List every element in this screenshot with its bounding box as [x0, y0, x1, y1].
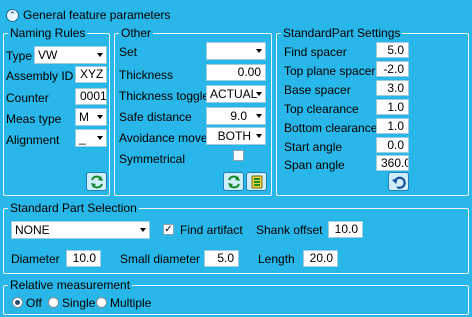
chevron-down-icon	[256, 49, 262, 53]
safe-distance-label: Safe distance	[119, 110, 192, 124]
settings-icon	[251, 175, 263, 189]
other-refresh-button[interactable]	[223, 172, 244, 191]
find-artifact-label: Find artifact	[180, 223, 243, 237]
thickness-field[interactable]: 0.00	[206, 64, 266, 81]
top-clearance-field[interactable]: 1.0	[376, 99, 409, 115]
meas-type-label: Meas type	[6, 112, 62, 126]
undo-icon	[392, 176, 406, 189]
chevron-down-icon	[97, 136, 103, 140]
naming-refresh-button[interactable]	[86, 172, 107, 191]
assembly-id-field[interactable]: XYZ	[75, 66, 107, 83]
settings-row-label: Base spacer	[284, 83, 351, 97]
alignment-value: _	[79, 131, 86, 145]
span-angle-field[interactable]: 360.0	[376, 155, 409, 171]
counter-label: Counter	[6, 91, 49, 105]
radio-off-label: Off	[26, 296, 42, 310]
standard-part-selection-legend: Standard Part Selection	[8, 201, 139, 215]
settings-row-label: Span angle	[284, 158, 345, 172]
other-legend: Other	[119, 26, 154, 40]
chevron-down-icon	[97, 53, 103, 57]
radio-multiple[interactable]	[96, 297, 107, 308]
chevron-down-icon	[97, 115, 103, 119]
thickness-label: Thickness	[119, 68, 174, 82]
assembly-id-label: Assembly ID	[6, 69, 74, 83]
symmetrical-checkbox[interactable]	[233, 150, 244, 161]
start-angle-field[interactable]: 0.0	[376, 137, 409, 153]
collapse-icon[interactable]: ⌃	[6, 9, 19, 22]
safe-distance-value: 9.0	[230, 109, 247, 123]
symmetrical-label: Symmetrical	[119, 152, 186, 166]
length-field[interactable]: 20.0	[303, 250, 338, 267]
bottom-clearance-field[interactable]: 1.0	[376, 118, 409, 134]
base-spacer-field[interactable]: 3.0	[376, 80, 409, 96]
avoidance-move-label: Avoidance move	[119, 131, 208, 145]
meas-type-value: M	[79, 110, 89, 124]
type-value: VW	[38, 48, 58, 62]
top-plane-spacer-field[interactable]: -2.0	[376, 61, 409, 77]
settings-undo-button[interactable]	[388, 172, 409, 191]
radio-multiple-label: Multiple	[110, 296, 152, 310]
thickness-toggle-value: ACTUAL	[210, 87, 258, 101]
set-select[interactable]	[206, 42, 266, 60]
length-label: Length	[258, 252, 295, 266]
refresh-icon	[91, 175, 103, 189]
radio-off[interactable]	[12, 297, 23, 308]
type-select[interactable]: VW	[34, 46, 107, 64]
alignment-select[interactable]: _	[75, 129, 107, 147]
diameter-field[interactable]: 10.0	[66, 250, 101, 267]
radio-single[interactable]	[48, 297, 59, 308]
avoidance-move-value: BOTH	[217, 129, 251, 143]
find-spacer-field[interactable]: 5.0	[376, 42, 409, 58]
settings-row-label: Top clearance	[284, 102, 359, 116]
thickness-toggle-select[interactable]: ACTUAL	[206, 85, 266, 103]
relative-measurement-legend: Relative measurement	[8, 278, 133, 292]
set-label: Set	[119, 45, 138, 59]
radio-single-label: Single	[62, 296, 96, 310]
shank-offset-field[interactable]: 10.0	[328, 221, 363, 238]
standard-part-value: NONE	[15, 223, 50, 237]
type-label: Type	[6, 49, 33, 63]
meas-type-select[interactable]: M	[75, 108, 107, 126]
naming-rules-legend: Naming Rules	[8, 26, 88, 40]
chevron-down-icon	[256, 134, 262, 138]
panel-title: General feature parameters	[23, 8, 171, 22]
settings-row-label: Bottom clearance	[284, 121, 378, 135]
safe-distance-select[interactable]: 9.0	[206, 107, 266, 125]
find-artifact-checkbox[interactable]: ✓	[163, 224, 174, 235]
standard-part-select[interactable]: NONE	[11, 221, 150, 239]
settings-row-label: Top plane spacer	[284, 64, 376, 78]
chevron-down-icon	[140, 228, 146, 232]
small-diameter-field[interactable]: 5.0	[204, 250, 239, 267]
settings-row-label: Find spacer	[284, 45, 347, 59]
refresh-icon	[228, 175, 240, 189]
counter-field[interactable]: 0001	[75, 88, 107, 105]
chevron-down-icon	[256, 92, 262, 96]
diameter-label: Diameter	[11, 252, 60, 266]
other-settings-button[interactable]	[246, 172, 267, 191]
shank-offset-label: Shank offset	[256, 223, 323, 237]
small-diameter-label: Small diameter	[120, 252, 201, 266]
avoidance-move-select[interactable]: BOTH	[206, 127, 266, 145]
chevron-down-icon	[256, 114, 262, 118]
alignment-label: Alignment	[6, 133, 60, 147]
thickness-toggle-label: Thickness toggle	[119, 89, 210, 103]
settings-row-label: Start angle	[284, 140, 343, 154]
standard-part-settings-legend: StandardPart Settings	[281, 26, 403, 40]
